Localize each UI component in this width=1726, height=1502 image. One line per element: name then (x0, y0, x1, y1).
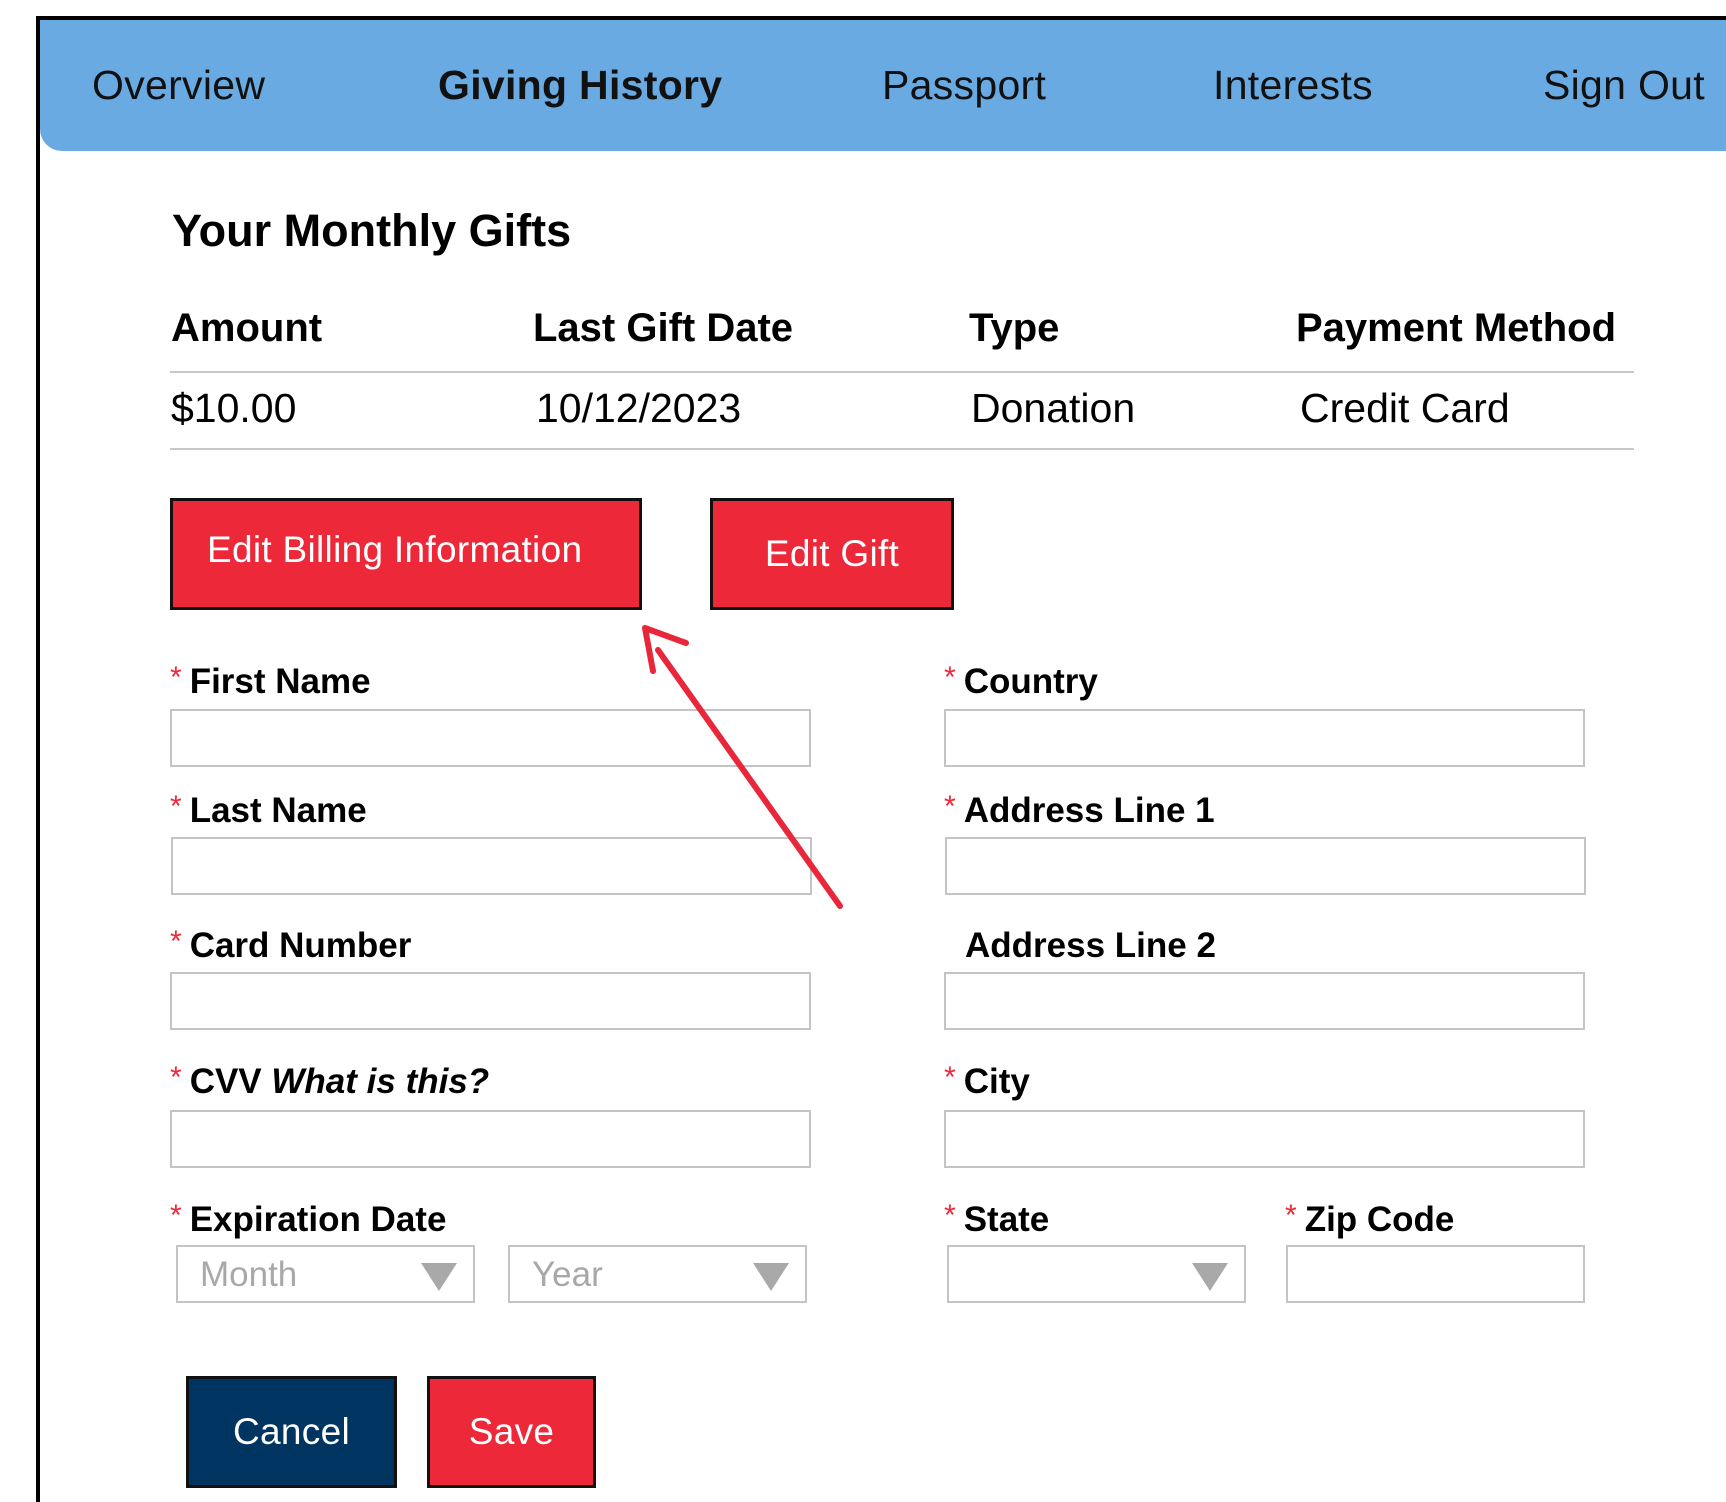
first-name-label-text: First Name (189, 662, 371, 701)
required-marker: * (944, 790, 956, 823)
address-line-2-field[interactable] (944, 972, 1585, 1030)
required-marker: * (170, 790, 182, 823)
address-line-2-label: Address Line 2 (965, 926, 1216, 965)
chevron-down-icon (1192, 1263, 1228, 1291)
country-label-text: Country (963, 662, 1098, 701)
card-number-label: * Card Number (170, 925, 412, 966)
last-name-label-text: Last Name (189, 791, 367, 830)
cell-last-gift-date: 10/12/2023 (536, 385, 742, 431)
header-payment-method: Payment Method (1296, 306, 1617, 350)
top-nav: Overview Giving History Passport Interes… (40, 20, 1726, 151)
table-divider (170, 371, 1634, 373)
required-marker: * (944, 661, 956, 694)
nav-sign-out[interactable]: Sign Out (1543, 62, 1705, 109)
expiration-year-select[interactable]: Year (508, 1245, 807, 1303)
state-label: * State (944, 1199, 1050, 1240)
last-name-label: * Last Name (170, 790, 367, 831)
zip-code-label-text: Zip Code (1304, 1200, 1455, 1239)
country-label: * Country (944, 661, 1098, 702)
cancel-button[interactable]: Cancel (186, 1376, 397, 1488)
nav-interests[interactable]: Interests (1213, 62, 1373, 109)
frame-border-left (36, 16, 40, 1502)
zip-code-label: * Zip Code (1285, 1199, 1455, 1240)
first-name-label: * First Name (170, 661, 371, 702)
required-marker: * (944, 1061, 956, 1094)
edit-gift-button[interactable]: Edit Gift (710, 498, 954, 610)
page-title: Your Monthly Gifts (172, 205, 572, 256)
cvv-field[interactable] (170, 1110, 811, 1168)
nav-passport[interactable]: Passport (882, 62, 1046, 109)
required-marker: * (170, 661, 182, 694)
required-marker: * (170, 925, 182, 958)
header-type: Type (969, 306, 1060, 350)
address-line-1-field[interactable] (945, 837, 1586, 895)
header-amount: Amount (171, 306, 323, 350)
nav-giving-history[interactable]: Giving History (438, 62, 722, 109)
required-marker: * (170, 1199, 182, 1232)
state-label-text: State (963, 1200, 1050, 1239)
save-button[interactable]: Save (427, 1376, 596, 1488)
cvv-help-link[interactable]: What is this? (271, 1062, 489, 1101)
cell-amount: $10.00 (171, 385, 297, 431)
address-line-1-label: * Address Line 1 (944, 790, 1215, 831)
expiration-month-select[interactable]: Month (176, 1245, 475, 1303)
country-field[interactable] (944, 709, 1585, 767)
required-marker: * (944, 1199, 956, 1232)
cvv-label: * CVV What is this? (170, 1061, 489, 1102)
nav-overview[interactable]: Overview (92, 62, 265, 109)
year-placeholder: Year (532, 1255, 603, 1294)
expiration-date-label: * Expiration Date (170, 1199, 447, 1240)
cell-type: Donation (971, 385, 1136, 431)
city-label-text: City (963, 1062, 1030, 1101)
city-label: * City (944, 1061, 1030, 1102)
zip-code-field[interactable] (1286, 1245, 1585, 1303)
header-last-gift-date: Last Gift Date (533, 306, 794, 350)
card-number-label-text: Card Number (189, 926, 412, 965)
card-number-field[interactable] (170, 972, 811, 1030)
first-name-field[interactable] (170, 709, 811, 767)
expiration-date-label-text: Expiration Date (189, 1200, 447, 1239)
edit-billing-button[interactable]: Edit Billing Information (170, 498, 642, 610)
address-line-1-label-text: Address Line 1 (963, 791, 1215, 830)
table-divider (170, 448, 1634, 450)
city-field[interactable] (944, 1110, 1585, 1168)
state-select[interactable] (947, 1245, 1246, 1303)
month-placeholder: Month (200, 1255, 298, 1294)
last-name-field[interactable] (171, 837, 812, 895)
cell-payment-method: Credit Card (1300, 385, 1510, 431)
chevron-down-icon (421, 1263, 457, 1291)
required-marker: * (170, 1061, 182, 1094)
required-marker: * (1285, 1199, 1297, 1232)
chevron-down-icon (753, 1263, 789, 1291)
cvv-label-text: CVV (189, 1062, 262, 1101)
